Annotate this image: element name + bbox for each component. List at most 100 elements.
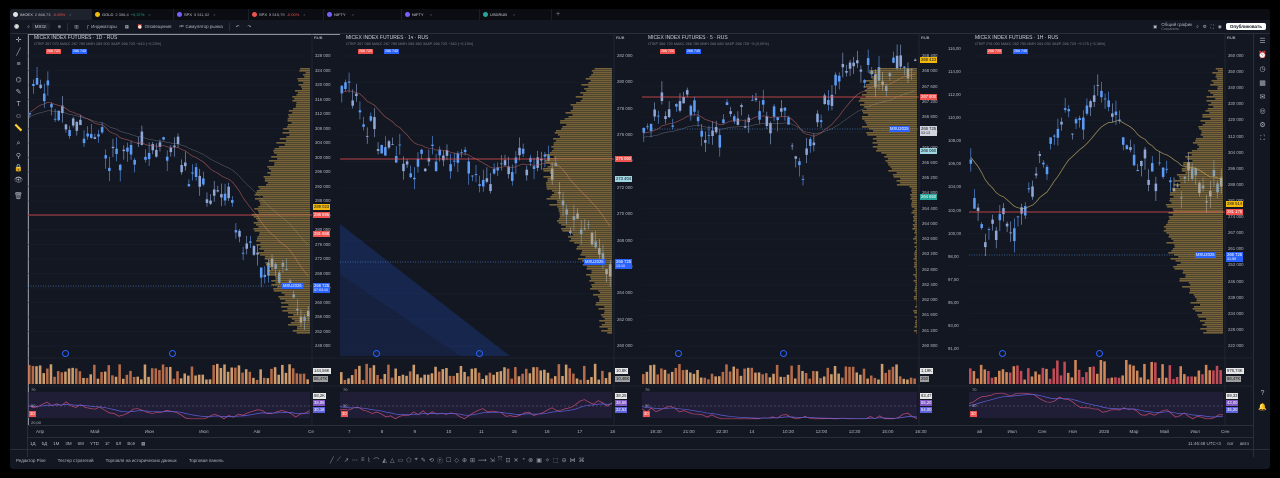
chart-pane[interactable]: MICEX INDEX FUTURES · 5 · RUS ОТКР 266 72…	[642, 34, 949, 436]
range-button[interactable]: 6М	[75, 441, 87, 446]
arrow-icon[interactable]: ↗	[344, 457, 349, 464]
event-marker-icon[interactable]	[372, 350, 380, 357]
buy-price-badge[interactable]: 266 745	[1013, 49, 1028, 54]
alerts-button[interactable]: ⏰ Оповещения	[133, 24, 175, 30]
event-marker-icon[interactable]	[476, 350, 483, 357]
settings-icon[interactable]: ⚙	[1254, 118, 1270, 132]
lock-icon[interactable]: 🔒	[10, 162, 27, 174]
notification-icon[interactable]: 🔔	[1254, 400, 1270, 414]
frame-icon[interactable]: ⊡	[505, 457, 510, 464]
ruler-icon[interactable]: 📏	[10, 122, 27, 134]
chart-pane[interactable]: MICEX INDEX FUTURES · 1D · RUS ОТКР 267 0…	[28, 34, 342, 436]
pitchfork-icon[interactable]: ⌇	[367, 457, 370, 464]
layout-grid-icon[interactable]: ▣	[1153, 24, 1157, 30]
range-button[interactable]: 1Г	[102, 441, 113, 446]
interval-button[interactable]: ▥	[70, 24, 82, 30]
brush-icon[interactable]: ✎	[10, 86, 27, 98]
buy-price-badge[interactable]: 266 745	[72, 49, 87, 54]
browser-tab[interactable]: IMOEX 2 868,73 -0,05% ×	[10, 9, 92, 20]
trendline-icon[interactable]: ╱	[330, 457, 334, 464]
fullscreen-icon[interactable]: ⛶	[1254, 132, 1270, 146]
browser-tab[interactable]: GOLD 2 356,4 +0,37% ×	[92, 9, 174, 20]
history-trading-tab[interactable]: Торговля на исторических данных	[100, 458, 183, 463]
simulator-button[interactable]: ⏮ Симулятор рынка	[175, 24, 226, 29]
redo-button[interactable]: ↷	[243, 24, 255, 30]
arc-icon[interactable]: ⌒	[373, 456, 379, 465]
close-x-icon[interactable]: ✕	[514, 457, 519, 464]
rectangle-icon[interactable]: ▭	[398, 457, 404, 464]
browser-tab[interactable]: SPX 5 515,79 -0,00% ×	[249, 9, 324, 20]
watchlist-icon[interactable]: ☰	[1254, 34, 1270, 48]
undo-button[interactable]: ↶	[232, 24, 244, 30]
range-button[interactable]: Всё	[124, 441, 138, 446]
rotate-icon[interactable]: ⟲	[429, 457, 434, 464]
fullscreen-icon[interactable]: ⛶	[1211, 24, 1214, 29]
help-icon[interactable]: ?	[1254, 386, 1270, 400]
sell-price-badge[interactable]: 266 720	[358, 49, 373, 54]
trash-icon[interactable]: 🗑	[10, 190, 27, 202]
event-marker-icon[interactable]	[61, 350, 69, 357]
event-marker-icon[interactable]	[1096, 350, 1103, 357]
event-marker-icon[interactable]	[779, 350, 787, 357]
box-icon[interactable]: ☐	[446, 457, 451, 464]
triangle-pattern-icon[interactable]: △	[390, 457, 395, 464]
polygon-icon[interactable]: ⬠	[406, 457, 411, 464]
pie-icon[interactable]: ◔	[522, 457, 526, 463]
pine-editor-tab[interactable]: Редактор Pine	[10, 458, 52, 463]
triangle-icon[interactable]: ◭	[382, 457, 387, 464]
crosshair-icon[interactable]: ✛	[10, 34, 27, 46]
sell-price-badge[interactable]: 266 720	[660, 49, 675, 54]
diamond-icon[interactable]: ◇	[454, 457, 459, 464]
range-button[interactable]: 1М	[50, 441, 62, 446]
messages-icon[interactable]: ✉	[1254, 90, 1270, 104]
fib-icon[interactable]: ≡	[10, 58, 27, 70]
calendar-icon[interactable]: ▦	[138, 441, 148, 447]
range-button[interactable]: 5Д	[39, 441, 51, 446]
chart-title[interactable]: MICEX INDEX FUTURES · 1D · RUS	[34, 35, 117, 41]
resize-icon[interactable]: ⇲	[490, 457, 495, 464]
symbol-search[interactable]: ⌕ MXI1!	[23, 23, 53, 30]
chart-title[interactable]: MICEX INDEX FUTURES · 1ч · RUS	[346, 35, 428, 41]
tab-close-icon[interactable]: ×	[513, 12, 515, 17]
range-button[interactable]: 3М	[62, 441, 74, 446]
range-button[interactable]: 1Д	[27, 441, 39, 446]
chart-pane[interactable]: MICEX INDEX FUTURES · 1Н · RUS ОТКР 276 0…	[947, 34, 1255, 436]
range-button[interactable]: YTD	[87, 441, 102, 446]
bowtie-icon[interactable]: ⋈	[570, 457, 576, 464]
tab-close-icon[interactable]: ×	[303, 12, 305, 17]
trading-panel-tab[interactable]: Торговая панель	[183, 458, 230, 463]
logo[interactable]: ◉	[10, 23, 23, 30]
camera-icon[interactable]: ◉	[1218, 24, 1222, 30]
buy-price-badge[interactable]: 266 745	[686, 49, 701, 54]
browser-tab[interactable]: USDRUB ×	[480, 9, 552, 20]
strategy-tester-tab[interactable]: Тестер стратегий	[52, 458, 100, 463]
command-icon[interactable]: ⌘	[579, 457, 585, 464]
event-marker-icon[interactable]	[675, 350, 682, 357]
add-symbol-button[interactable]: ⊕	[54, 24, 66, 30]
clock-icon[interactable]: ◷	[1254, 62, 1270, 76]
layouts-button[interactable]: ▦	[121, 24, 133, 30]
auto-scale-toggle[interactable]: авто	[1240, 441, 1249, 446]
tab-close-icon[interactable]: ×	[148, 12, 150, 17]
chart-title[interactable]: MICEX INDEX FUTURES · 1Н · RUS	[975, 35, 1058, 41]
grid-tool-icon[interactable]: ⊞	[470, 457, 475, 464]
tab-close-icon[interactable]: ×	[352, 12, 354, 17]
tab-close-icon[interactable]: ×	[213, 12, 215, 17]
tab-close-icon[interactable]: ×	[69, 12, 71, 17]
event-marker-icon[interactable]	[169, 350, 176, 357]
pen-icon[interactable]: ✎	[421, 457, 426, 464]
star-icon[interactable]: ✧	[545, 457, 550, 464]
ray-icon[interactable]: ⟋	[337, 457, 341, 464]
new-tab-icon[interactable]: +	[552, 11, 564, 18]
dotted-line-icon[interactable]: ⋯	[352, 457, 358, 464]
range-button[interactable]: 5Л	[113, 441, 124, 446]
indicators-button[interactable]: ƒ Индикаторы	[83, 24, 121, 29]
layout-name[interactable]: Общий график Сохранить	[1161, 22, 1192, 32]
path-icon[interactable]: ⟿	[478, 457, 487, 464]
browser-tab[interactable]: SPX 5 511,02 ×	[174, 9, 249, 20]
crosshair-icon[interactable]: ⌖	[414, 457, 417, 464]
dashed-box-icon[interactable]: ⬚	[553, 457, 559, 464]
search-icon-right[interactable]: ⌕	[1196, 24, 1199, 29]
buy-price-badge[interactable]: 266 745	[384, 49, 399, 54]
browser-tab[interactable]: NIFTY ×	[324, 9, 402, 20]
